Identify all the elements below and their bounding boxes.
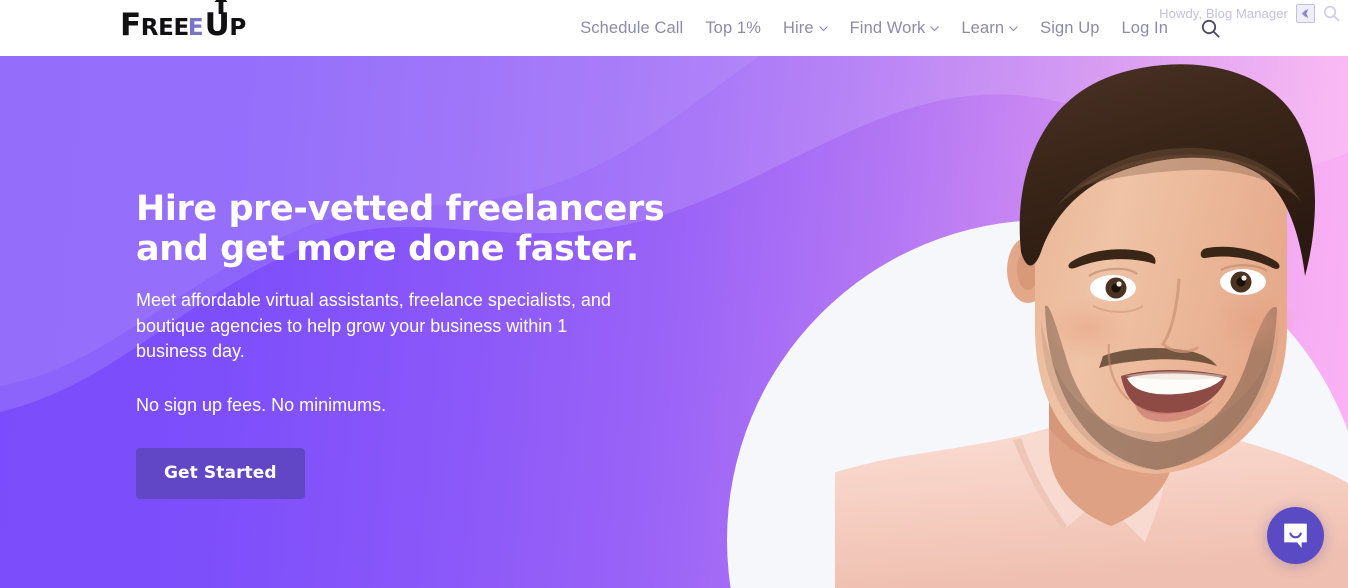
page-root: Hire pre-vetted freelancers and get more… (0, 0, 1348, 588)
chat-launcher-button[interactable] (1267, 507, 1324, 564)
nav-label: Top 1% (705, 18, 761, 37)
nav-item-schedule-call[interactable]: Schedule Call (569, 0, 694, 56)
chevron-down-icon (1009, 26, 1018, 32)
nav-label: Find Work (849, 18, 926, 37)
hero-content: Hire pre-vetted freelancers and get more… (136, 189, 666, 499)
nav-item-top-1-percent[interactable]: Top 1% (694, 0, 772, 56)
logo-up-group: U P (204, 0, 247, 43)
logo-letter-u: U (204, 7, 230, 43)
up-arrow-icon (214, 0, 228, 14)
nav-item-log-in[interactable]: Log In (1111, 0, 1179, 56)
nav-label: Schedule Call (580, 18, 684, 37)
nav-label: Learn (961, 18, 1005, 37)
hero-note: No sign up fees. No minimums. (136, 394, 387, 415)
hero-subtitle: Meet affordable virtual assistants, free… (136, 290, 611, 361)
logo-letter-f: F (120, 7, 141, 43)
portrait-backdrop-circle (727, 220, 1348, 588)
chevron-down-icon (930, 26, 940, 32)
search-icon (1201, 19, 1220, 38)
site-header: F REE E U P Schedule Call Top 1% Hire Fi… (0, 0, 1348, 56)
chevron-down-icon (818, 26, 828, 32)
site-logo[interactable]: F REE E U P (120, 0, 247, 46)
hero-headline: Hire pre-vetted freelancers and get more… (136, 189, 665, 269)
nav-item-hire[interactable]: Hire (772, 0, 839, 56)
logo-accent-letter-e: E (187, 15, 204, 41)
nav-item-find-work[interactable]: Find Work (839, 0, 951, 56)
nav-label: Sign Up (1040, 18, 1100, 37)
nav-label: Log In (1121, 18, 1168, 37)
header-search-button[interactable] (1179, 0, 1230, 56)
get-started-button[interactable]: Get Started (136, 447, 305, 499)
nav-label: Hire (782, 18, 814, 37)
main-navigation: Schedule Call Top 1% Hire Find Work Lear… (569, 0, 1230, 56)
hero-section: Hire pre-vetted freelancers and get more… (0, 56, 1348, 588)
nav-item-learn[interactable]: Learn (950, 0, 1029, 56)
chat-bubble-icon (1281, 521, 1310, 550)
nav-item-sign-up[interactable]: Sign Up (1029, 0, 1110, 56)
logo-letter-p: P (229, 15, 247, 41)
logo-letters-ree: REE (140, 15, 190, 41)
